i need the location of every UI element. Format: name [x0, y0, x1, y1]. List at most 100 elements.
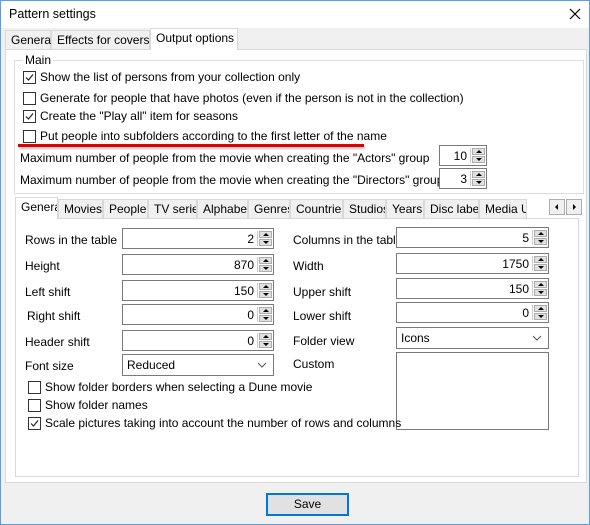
inner-tab-movies[interactable]: Movies [58, 199, 103, 218]
max-directors-spinner[interactable]: 3 [439, 168, 487, 189]
red-underline-annotation [18, 144, 364, 147]
spin-up-icon[interactable] [259, 231, 272, 238]
inner-tab-years[interactable]: Years [386, 199, 424, 218]
max-actors-spinner[interactable]: 10 [439, 145, 487, 166]
spin-up-icon[interactable] [259, 257, 272, 264]
spin-up-icon[interactable] [259, 283, 272, 290]
checkbox-box[interactable] [28, 416, 41, 430]
inner-tab-tv-series[interactable]: TV series [148, 199, 197, 218]
upper-shift-spinner[interactable]: 150 [396, 278, 549, 299]
spin-down-icon[interactable] [472, 179, 485, 186]
font-size-dropdown[interactable]: Reduced [122, 354, 274, 376]
spin-down-icon[interactable] [534, 313, 547, 320]
checkbox-box[interactable] [28, 398, 41, 412]
tab-label: Output options [156, 31, 235, 45]
checkbox-play-all-seasons[interactable]: Create the "Play all" item for seasons [23, 109, 238, 123]
spin-up-icon[interactable] [534, 281, 547, 288]
spin-down-icon[interactable] [534, 264, 547, 271]
inner-tab-alphabet[interactable]: Alphabet [197, 199, 248, 218]
spin-down-icon[interactable] [259, 315, 272, 322]
spinner-buttons [532, 305, 547, 320]
inner-tab-people[interactable]: People [103, 199, 148, 218]
spin-down-icon[interactable] [259, 265, 272, 272]
checkbox-box[interactable] [23, 70, 36, 84]
spin-down-icon[interactable] [534, 238, 547, 245]
checkbox-generate-with-photos[interactable]: Generate for people that have photos (ev… [23, 91, 464, 105]
scroll-left-icon[interactable] [549, 199, 565, 215]
checkbox-label: Put people into subfolders according to … [40, 129, 387, 143]
spin-up-icon[interactable] [259, 333, 272, 340]
spin-down-icon[interactable] [259, 291, 272, 298]
spin-down-icon[interactable] [472, 156, 485, 163]
custom-label: Custom [293, 357, 335, 371]
tab-label: Countries [296, 202, 343, 216]
spin-up-icon[interactable] [534, 305, 547, 312]
height-spinner[interactable]: 870 [122, 254, 274, 275]
spinner-value[interactable]: 150 [509, 282, 529, 296]
lower-shift-spinner[interactable]: 0 [396, 302, 549, 323]
tab-label: People [109, 202, 147, 216]
columns-spinner[interactable]: 5 [396, 227, 549, 248]
spin-up-icon[interactable] [259, 307, 272, 314]
right-shift-spinner[interactable]: 0 [122, 304, 274, 325]
spinner-value[interactable]: 0 [247, 334, 254, 348]
checkbox-scale-pictures[interactable]: Scale pictures taking into account the n… [28, 416, 401, 430]
title-bar: Pattern settings [1, 1, 589, 28]
checkbox-box[interactable] [23, 129, 36, 143]
spinner-value[interactable]: 5 [522, 231, 529, 245]
checkbox-box[interactable] [23, 109, 36, 123]
tab-label: Movies [64, 202, 103, 216]
spin-up-icon[interactable] [534, 256, 547, 263]
header-shift-spinner[interactable]: 0 [122, 330, 274, 351]
inner-tab-general[interactable]: General [15, 197, 58, 219]
inner-tab-media[interactable]: Media U [479, 199, 527, 218]
spinner-value[interactable]: 0 [247, 308, 254, 322]
spinner-value[interactable]: 0 [522, 306, 529, 320]
save-button[interactable]: Save [266, 493, 349, 516]
height-label: Height [25, 259, 60, 273]
left-shift-spinner[interactable]: 150 [122, 280, 274, 301]
tab-general[interactable]: General [5, 30, 54, 49]
checkbox-box[interactable] [28, 380, 41, 394]
tab-effects-for-covers[interactable]: Effects for covers [51, 30, 150, 49]
close-icon[interactable] [566, 5, 584, 23]
rows-spinner[interactable]: 2 [122, 228, 274, 249]
checkbox-show-collection-only[interactable]: Show the list of persons from your colle… [23, 70, 300, 84]
spinner-value[interactable]: 3 [460, 172, 467, 186]
max-actors-label: Maximum number of people from the movie … [20, 151, 430, 165]
spin-up-icon[interactable] [534, 230, 547, 237]
spinner-value[interactable]: 150 [234, 284, 254, 298]
inner-tab-disc-label[interactable]: Disc label [424, 199, 479, 218]
spinner-buttons [470, 171, 485, 186]
checkbox-subfolders-first-letter[interactable]: Put people into subfolders according to … [23, 129, 387, 143]
chevron-down-icon [257, 362, 267, 368]
spin-down-icon[interactable] [534, 289, 547, 296]
tab-label: Years [392, 202, 423, 216]
rows-label: Rows in the table [25, 233, 118, 247]
spin-down-icon[interactable] [259, 341, 272, 348]
tab-output-options[interactable]: Output options [150, 28, 238, 50]
spinner-value[interactable]: 10 [454, 149, 467, 163]
folder-view-dropdown[interactable]: Icons [396, 327, 549, 349]
tab-scroll-arrows [549, 199, 583, 215]
spinner-buttons [257, 307, 272, 322]
tab-label: Effects for covers [57, 33, 150, 47]
checkbox-show-folder-names[interactable]: Show folder names [28, 398, 148, 412]
spinner-value[interactable]: 870 [234, 258, 254, 272]
inner-tab-countries[interactable]: Countries [290, 199, 343, 218]
width-spinner[interactable]: 1750 [396, 253, 549, 274]
spin-down-icon[interactable] [259, 239, 272, 246]
checkbox-show-folder-borders[interactable]: Show folder borders when selecting a Dun… [28, 380, 312, 394]
spinner-buttons [532, 281, 547, 296]
checkbox-box[interactable] [23, 91, 36, 105]
spinner-value[interactable]: 2 [247, 232, 254, 246]
spinner-buttons [532, 256, 547, 271]
custom-textarea[interactable] [396, 352, 549, 430]
inner-tab-genres[interactable]: Genres [248, 199, 290, 218]
scroll-right-icon[interactable] [566, 199, 582, 215]
spin-up-icon[interactable] [472, 171, 485, 178]
inner-tab-studios[interactable]: Studios [343, 199, 386, 218]
spinner-value[interactable]: 1750 [502, 257, 529, 271]
spin-up-icon[interactable] [472, 148, 485, 155]
spinner-buttons [257, 231, 272, 246]
